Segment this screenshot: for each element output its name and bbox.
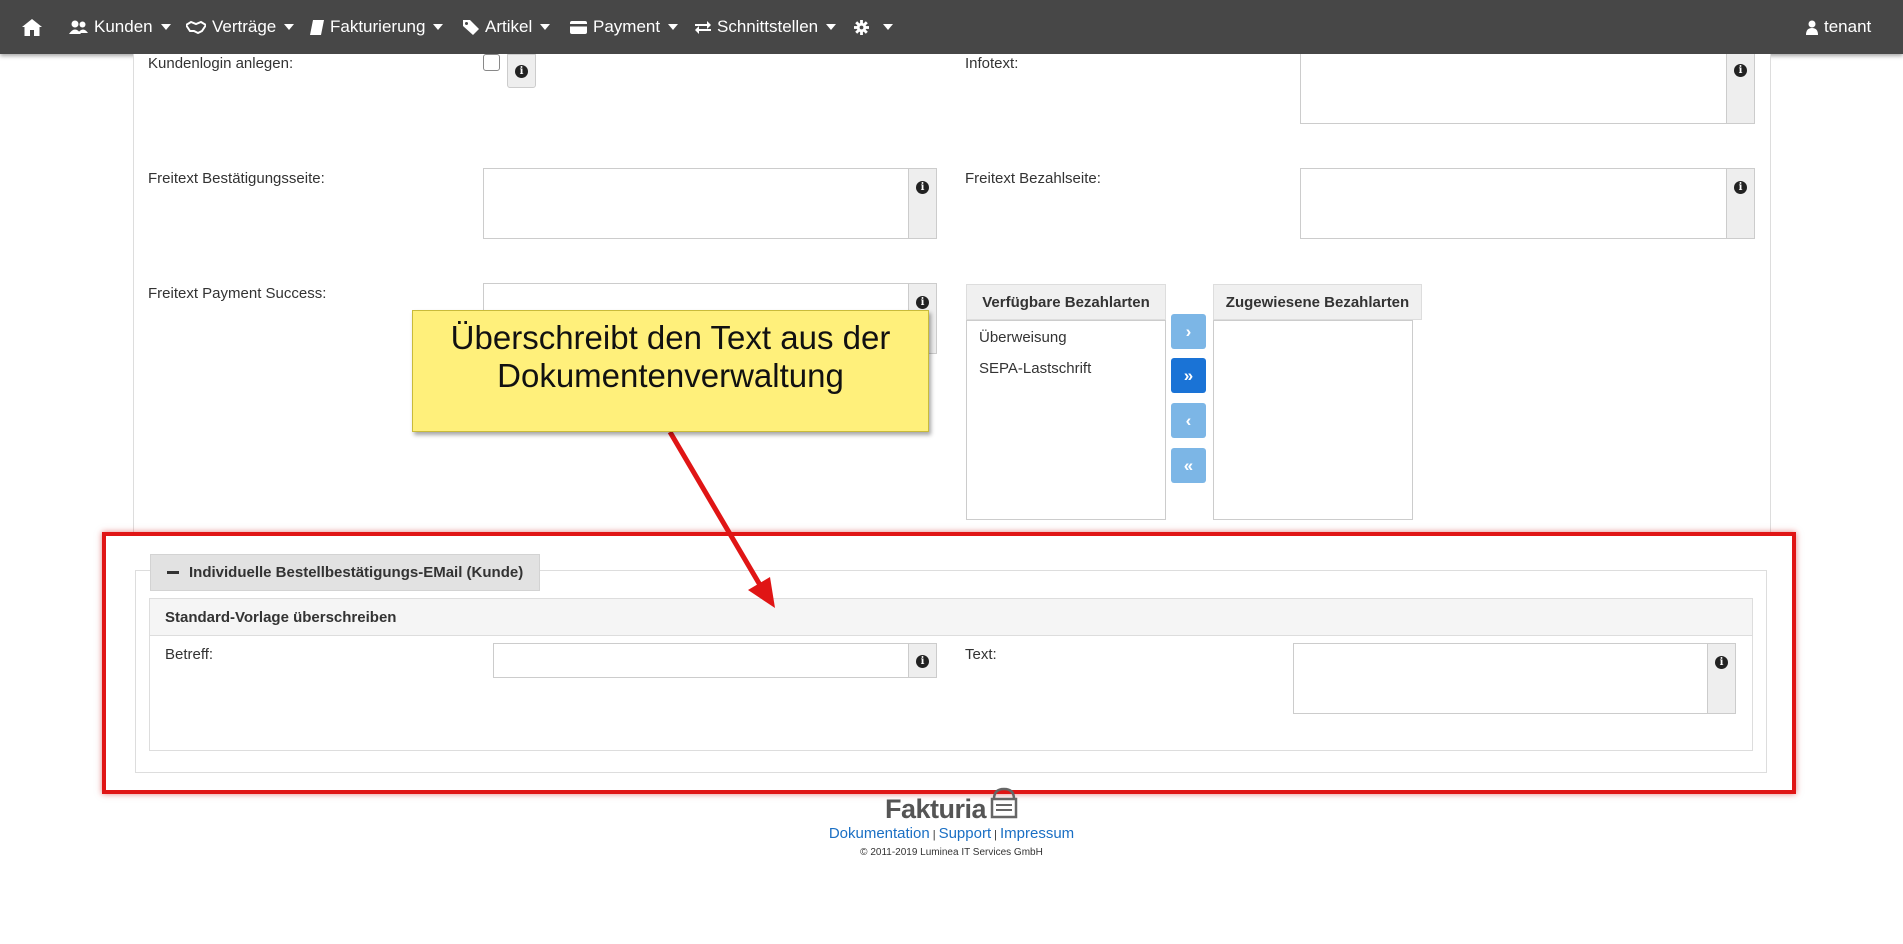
footer-links: Dokumentation | Support | Impressum (0, 825, 1903, 842)
freitext-bezahl-info-button[interactable]: i (1726, 168, 1755, 239)
available-payment-methods-header: Verfügbare Bezahlarten (966, 284, 1166, 320)
copyright: © 2011-2019 Luminea IT Services GmbH (860, 847, 1043, 858)
chevron-down-icon (826, 24, 837, 30)
logo-text: Fakturia (885, 794, 987, 824)
exchange-icon (695, 20, 711, 34)
nav-artikel[interactable]: Artikel (463, 0, 551, 54)
chevron-left-icon: ‹ (1185, 410, 1192, 430)
infotext-group: i (1300, 54, 1755, 124)
documentation-link[interactable]: Dokumentation (829, 825, 930, 842)
chevron-down-icon (160, 24, 171, 30)
freitext-bezahl-textarea[interactable] (1300, 168, 1726, 239)
support-link[interactable]: Support (939, 825, 992, 842)
info-icon: i (1734, 64, 1747, 77)
info-icon: i (916, 296, 929, 309)
nav-vertraege[interactable]: Verträge (186, 0, 295, 54)
tags-icon (463, 19, 479, 35)
remove-selected-button[interactable]: ‹ (1171, 403, 1206, 438)
nav-user[interactable]: tenant (1806, 0, 1871, 54)
chevron-down-icon (433, 24, 444, 30)
handshake-icon (186, 20, 206, 34)
info-icon: i (515, 65, 528, 78)
infotext-textarea[interactable] (1300, 54, 1726, 124)
freitext-bestaetigung-info-button[interactable]: i (908, 168, 937, 239)
customer-settings-panel (133, 54, 1771, 533)
credit-card-icon (570, 20, 587, 34)
kundenlogin-checkbox[interactable] (483, 54, 500, 71)
freitext-bestaetigung-textarea[interactable] (483, 168, 908, 239)
nav-kunden-label: Kunden (94, 17, 153, 36)
freitext-bezahl-label: Freitext Bezahlseite: (965, 170, 1101, 187)
nav-artikel-label: Artikel (485, 17, 533, 36)
callout-line-2: Dokumentenverwaltung (497, 357, 844, 394)
fakturia-logo: Fakturia (885, 781, 1020, 825)
assigned-payment-methods-list[interactable] (1213, 320, 1413, 520)
freitext-success-label: Freitext Payment Success: (148, 285, 327, 302)
nav-payment-label: Payment (593, 17, 661, 36)
add-selected-button[interactable]: › (1171, 314, 1206, 349)
freitext-bestaetigung-label: Freitext Bestätigungsseite: (148, 170, 325, 187)
user-icon (1806, 20, 1818, 35)
chevron-down-icon (540, 24, 551, 30)
home-button[interactable] (22, 0, 42, 54)
available-payment-methods-list[interactable]: Überweisung SEPA-Lastschrift (966, 320, 1166, 520)
chevron-down-icon (284, 24, 295, 30)
freitext-bezahl-group: i (1300, 168, 1755, 239)
callout-line-1: Überschreibt den Text aus der (450, 319, 891, 356)
assigned-payment-methods-header: Zugewiesene Bezahlarten (1213, 284, 1422, 320)
list-item[interactable]: SEPA-Lastschrift (967, 352, 1165, 383)
double-chevron-right-icon: » (1183, 365, 1194, 385)
book-icon (310, 19, 324, 35)
link-separator: | (994, 829, 997, 841)
nav-payment[interactable]: Payment (570, 0, 679, 54)
infotext-label: Infotext: (965, 55, 1019, 72)
chevron-down-icon (668, 24, 679, 30)
nav-settings[interactable] (854, 0, 893, 54)
home-icon (22, 18, 42, 36)
gear-icon (854, 19, 869, 35)
infotext-info-button[interactable]: i (1726, 54, 1755, 124)
chevron-right-icon: › (1185, 321, 1192, 341)
cloud-doc-icon (990, 787, 1018, 819)
impressum-link[interactable]: Impressum (1000, 825, 1074, 842)
info-icon: i (916, 181, 929, 194)
nav-kunden[interactable]: Kunden (69, 0, 171, 54)
list-item[interactable]: Überweisung (967, 321, 1165, 352)
remove-all-button[interactable]: « (1171, 448, 1206, 483)
info-icon: i (1734, 181, 1747, 194)
nav-fakturierung[interactable]: Fakturierung (310, 0, 444, 54)
nav-schnittstellen[interactable]: Schnittstellen (695, 0, 837, 54)
top-navbar: Kunden Verträge Fakturierung Artikel Pay… (0, 0, 1903, 54)
nav-vertraege-label: Verträge (212, 17, 277, 36)
nav-schnittstellen-label: Schnittstellen (717, 17, 819, 36)
users-icon (69, 20, 88, 34)
user-name: tenant (1824, 17, 1872, 36)
freitext-bestaetigung-group: i (483, 168, 937, 239)
add-all-button[interactable]: » (1171, 358, 1206, 393)
kundenlogin-info-button[interactable]: i (507, 54, 536, 88)
annotation-callout: Überschreibt den Text aus der Dokumenten… (412, 310, 929, 432)
kundenlogin-label: Kundenlogin anlegen: (148, 55, 294, 72)
highlight-frame (102, 532, 1796, 794)
nav-fakturierung-label: Fakturierung (330, 17, 426, 36)
double-chevron-left-icon: « (1183, 455, 1194, 475)
link-separator: | (932, 829, 936, 841)
chevron-down-icon (883, 24, 893, 30)
